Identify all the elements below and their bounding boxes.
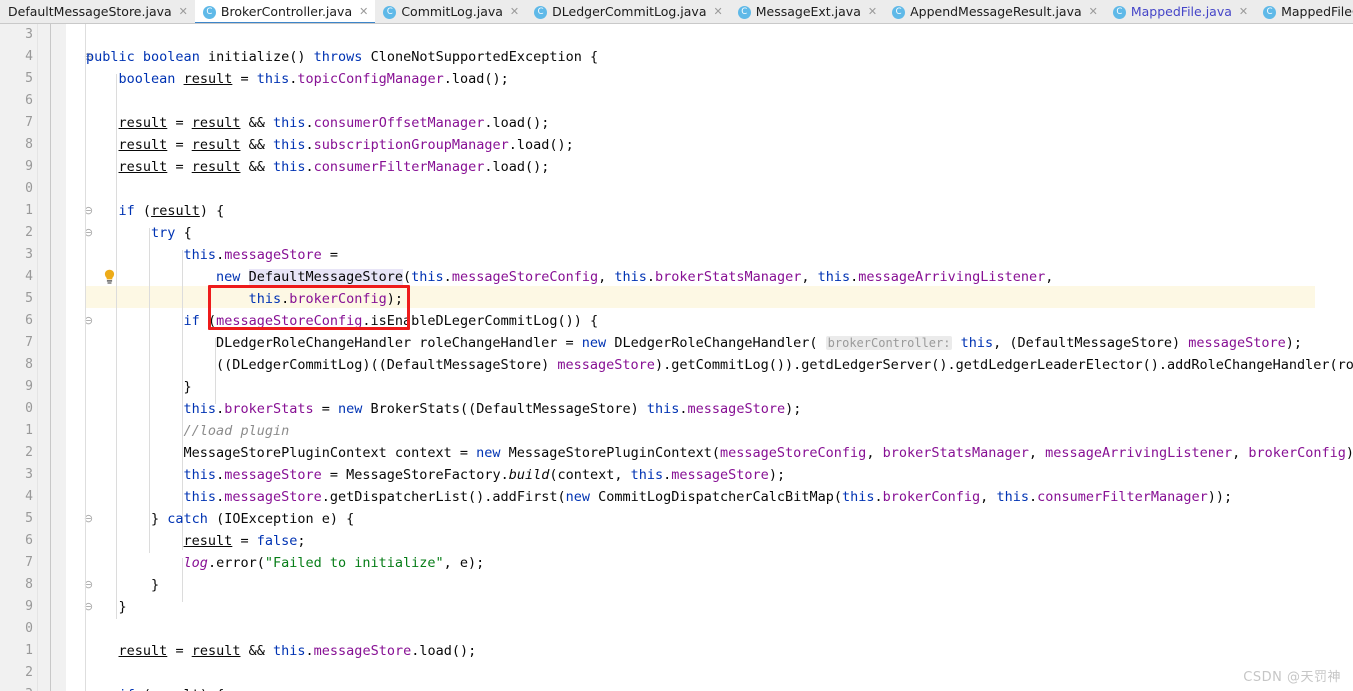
line-number: 3	[25, 27, 33, 42]
inlay-parameter-hint: brokerController:	[825, 336, 953, 350]
folding-rail	[50, 24, 51, 691]
line-number: 3	[25, 247, 33, 262]
line-number: 1	[25, 643, 33, 658]
line-number: 5	[25, 71, 33, 86]
java-class-icon: C	[383, 5, 397, 19]
line-number: 8	[25, 577, 33, 592]
editor-tab-label: CommitLog.java	[401, 4, 503, 19]
line-number: 1	[25, 203, 33, 218]
line-number: 4	[25, 489, 33, 504]
code-line[interactable]: try {	[86, 222, 192, 244]
line-number: 7	[25, 115, 33, 130]
line-number: 9	[25, 599, 33, 614]
close-icon[interactable]: ✕	[712, 0, 723, 23]
java-class-icon: C	[892, 5, 906, 19]
line-number: 6	[25, 533, 33, 548]
code-line[interactable]: }	[86, 596, 127, 618]
code-line[interactable]: log.error("Failed to initialize", e);	[86, 552, 485, 574]
line-number: 1	[25, 423, 33, 438]
editor-tab[interactable]: C DLedgerCommitLog.java ✕	[526, 0, 730, 23]
line-number: 9	[25, 379, 33, 394]
java-class-icon: C	[202, 5, 216, 19]
code-line[interactable]: result = false;	[86, 530, 306, 552]
code-line[interactable]: } catch (IOException e) {	[86, 508, 354, 530]
line-number: 0	[25, 181, 33, 196]
line-number: 7	[25, 555, 33, 570]
line-number: 3	[25, 467, 33, 482]
code-line[interactable]: this.messageStore.getDispatcherList().ad…	[86, 486, 1233, 508]
code-line[interactable]: //load plugin	[86, 420, 290, 442]
close-icon[interactable]: ✕	[1237, 0, 1248, 23]
line-number: 4	[25, 269, 33, 284]
line-number: 2	[25, 225, 33, 240]
code-line[interactable]: result = result && this.consumerOffsetMa…	[86, 112, 550, 134]
line-number: 2	[25, 445, 33, 460]
editor-tab[interactable]: C BrokerController.java ✕	[194, 0, 376, 23]
close-icon[interactable]: ✕	[866, 0, 877, 23]
line-number: 8	[25, 357, 33, 372]
code-line[interactable]: public boolean initialize() throws Clone…	[86, 46, 598, 68]
line-number: 6	[25, 93, 33, 108]
editor-tab[interactable]: C MessageExt.java ✕	[730, 0, 884, 23]
code-line[interactable]: this.brokerConfig);	[86, 288, 403, 310]
editor-tab[interactable]: C MappedFileQueue.java	[1255, 0, 1353, 23]
code-line[interactable]: this.brokerStats = new BrokerStats((Defa…	[86, 398, 802, 420]
code-line[interactable]: if (result) {	[86, 684, 225, 691]
line-number: 6	[25, 313, 33, 328]
editor-tab-label: MappedFile.java	[1130, 4, 1232, 19]
editor-tab[interactable]: C CommitLog.java ✕	[375, 0, 526, 23]
code-editor[interactable]: 3456789012345678901234567890123 ⊖⊖⊖⊖⊖⊖⊖ …	[0, 24, 1353, 691]
line-number: 2	[25, 665, 33, 680]
close-icon[interactable]: ✕	[1087, 0, 1098, 23]
java-class-icon: C	[1112, 5, 1126, 19]
code-line[interactable]: }	[86, 574, 159, 596]
csdn-watermark: CSDN @天罚神	[1243, 670, 1341, 685]
line-number: 4	[25, 49, 33, 64]
source-code-area[interactable]: public boolean initialize() throws Clone…	[86, 24, 1353, 691]
code-line[interactable]: DLedgerRoleChangeHandler roleChangeHandl…	[86, 332, 1302, 354]
editor-tab-label: BrokerController.java	[220, 4, 353, 19]
editor-tab-bar[interactable]: DefaultMessageStore.java ✕ C BrokerControll…	[0, 0, 1353, 24]
line-number-gutter[interactable]: 3 4 5 6 7 8 9 0 1 2 3 4 5 6 7 8 9 0 1 2 3 4 5 6 7 8 9 0 1 2 3	[0, 24, 38, 691]
editor-tab[interactable]: C MappedFile.java ✕	[1105, 0, 1255, 23]
close-icon[interactable]: ✕	[508, 0, 519, 23]
code-line[interactable]: }	[86, 376, 192, 398]
java-class-icon: C	[534, 5, 548, 19]
java-class-icon: C	[1263, 5, 1277, 19]
close-icon[interactable]: ✕	[177, 0, 188, 23]
code-line[interactable]: result = result && this.messageStore.loa…	[86, 640, 477, 662]
editor-tab-label: DLedgerCommitLog.java	[552, 4, 707, 19]
code-line[interactable]: this.messageStore =	[86, 244, 338, 266]
editor-tab-label: MessageExt.java	[755, 4, 861, 19]
editor-tab[interactable]: C AppendMessageResult.java ✕	[884, 0, 1105, 23]
code-line[interactable]: if (result) {	[86, 200, 225, 222]
java-class-icon: C	[737, 5, 751, 19]
editor-tab-label: AppendMessageResult.java	[910, 4, 1082, 19]
code-line[interactable]: this.messageStore = MessageStoreFactory.…	[86, 464, 786, 486]
line-number: 3	[0, 684, 33, 691]
code-line[interactable]: result = result && this.subscriptionGrou…	[86, 134, 574, 156]
line-number: 9	[25, 159, 33, 174]
line-number: 0	[25, 621, 33, 636]
close-icon[interactable]: ✕	[357, 0, 368, 23]
line-number: 8	[25, 137, 33, 152]
line-number: 5	[25, 511, 33, 526]
code-line[interactable]: result = result && this.consumerFilterMa…	[86, 156, 550, 178]
editor-tab-label: DefaultMessageStore.java	[8, 4, 172, 19]
line-number: 5	[25, 291, 33, 306]
editor-tab[interactable]: DefaultMessageStore.java ✕	[0, 0, 195, 23]
code-folding-gutter[interactable]: ⊖ ⊖ ⊖ ⊖ ⊖ ⊖ ⊖	[38, 24, 114, 691]
code-line[interactable]: MessageStorePluginContext context = new …	[86, 442, 1353, 464]
editor-tab-label: MappedFileQueue.java	[1281, 4, 1353, 19]
code-line[interactable]: if (messageStoreConfig.isEnableDLegerCom…	[86, 310, 599, 332]
code-line[interactable]: ((DLedgerCommitLog)((DefaultMessageStore…	[86, 354, 1353, 376]
code-line[interactable]: boolean result = this.topicConfigManager…	[86, 68, 509, 90]
line-number: 0	[25, 401, 33, 416]
code-line[interactable]: new DefaultMessageStore(this.messageStor…	[86, 266, 1053, 288]
line-number: 7	[25, 335, 33, 350]
